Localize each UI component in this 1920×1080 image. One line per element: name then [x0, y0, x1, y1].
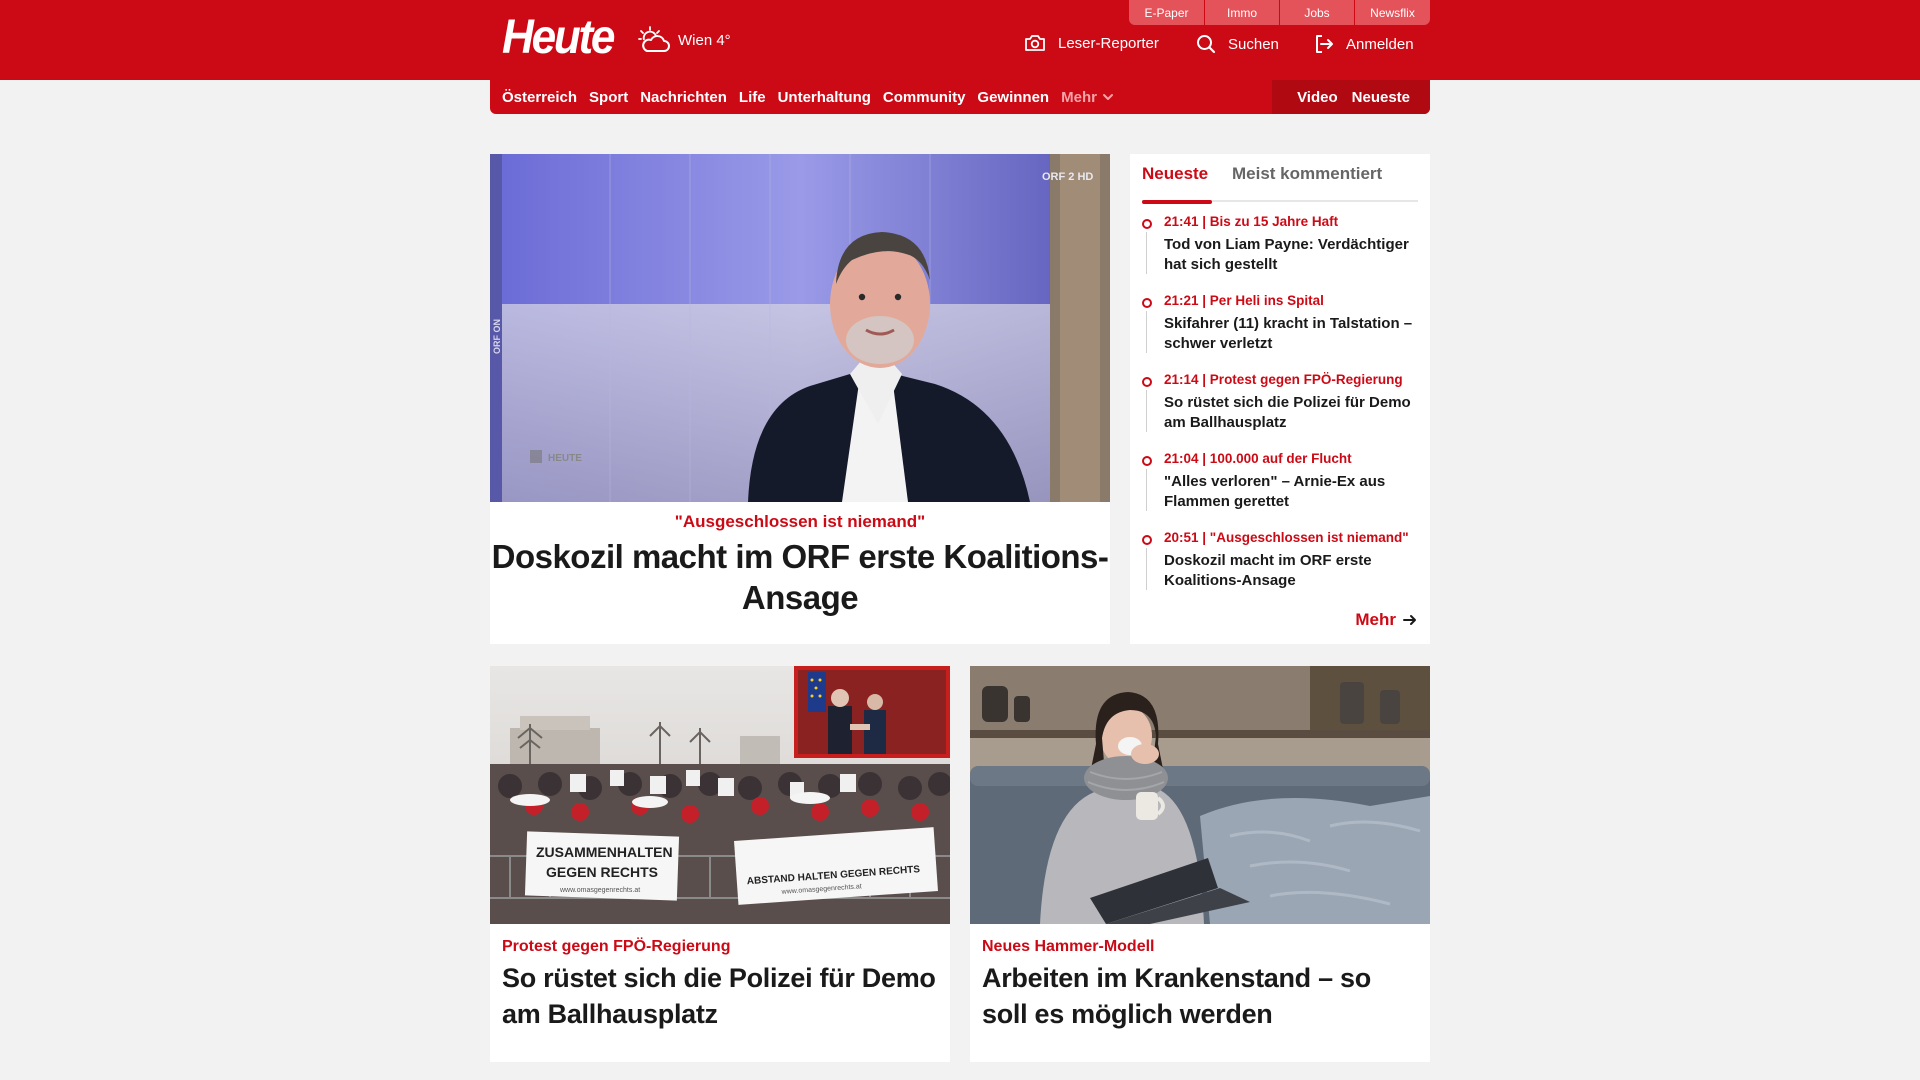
banner-left-line2: GEGEN RECHTS: [546, 864, 658, 880]
timeline-item-meta: 21:14 | Protest gegen FPÖ-Regierung: [1164, 372, 1403, 387]
nav-more-label: Mehr: [1061, 88, 1097, 106]
hero-image-overlay-top: ORF 2 HD: [1042, 171, 1093, 183]
timeline-dot-icon: [1142, 219, 1152, 229]
main-navigation: Österreich Sport Nachrichten Life Unterh…: [490, 80, 1430, 114]
banner-left-url: www.omasgegenrechts.at: [559, 887, 640, 894]
search-button[interactable]: Suchen: [1196, 34, 1279, 54]
timeline-dot-icon: [1142, 298, 1152, 308]
cloud-sun-icon: [638, 26, 670, 52]
chevron-down-icon: [1102, 94, 1113, 100]
nav-video-link[interactable]: Video: [1297, 89, 1338, 106]
banner-left-line1: ZUSAMMENHALTEN: [536, 844, 673, 860]
hero-kicker: "Ausgeschlossen ist niemand": [674, 512, 926, 531]
nav-more-dropdown[interactable]: Mehr: [1061, 89, 1115, 106]
service-links: E-Paper Immo Jobs Newsflix: [1129, 0, 1430, 25]
timeline-item-title: "Alles verloren" – Arnie-Ex aus Flammen …: [1164, 473, 1386, 510]
nav-item-sport[interactable]: Sport: [589, 89, 628, 106]
hero-headline[interactable]: Doskozil macht im ORF erste Koalitions-A…: [490, 536, 1110, 618]
login-icon: [1316, 35, 1333, 53]
hero-article[interactable]: ORF 2 HD ORF ON HEUTE "Ausgeschlossen is…: [490, 154, 1110, 644]
nav-item-nachrichten[interactable]: Nachrichten: [640, 89, 727, 106]
timeline-line: [1146, 232, 1147, 274]
timeline-item-title: Tod von Liam Payne: Verdächtiger hat sic…: [1164, 236, 1409, 273]
nav-item-life[interactable]: Life: [739, 89, 766, 106]
camera-icon: [1025, 35, 1045, 51]
card-headline[interactable]: Arbeiten im Krankenstand – so soll es mö…: [982, 960, 1422, 1032]
nav-item-community[interactable]: Community: [883, 89, 966, 106]
timeline-item-meta: 21:04 | 100.000 auf der Flucht: [1164, 451, 1352, 466]
nav-item-gewinnen[interactable]: Gewinnen: [977, 89, 1049, 106]
sidebar-more-link[interactable]: Mehr: [1355, 610, 1418, 630]
timeline-item-title: Doskozil macht im ORF erste Koalitions-A…: [1164, 552, 1372, 589]
arrow-right-icon: [1403, 615, 1416, 625]
sidebar-tabs: Neueste Meist kommentiert: [1142, 164, 1418, 204]
nav-item-unterhaltung[interactable]: Unterhaltung: [778, 89, 871, 106]
timeline-item-meta: 21:21 | Per Heli ins Spital: [1164, 293, 1324, 308]
timeline-dot-icon: [1142, 456, 1152, 466]
article-card-protest[interactable]: ZUSAMMENHALTEN GEGEN RECHTS www.omasgege…: [490, 666, 950, 1062]
news-ticker-sidebar: Neueste Meist kommentiert 21:41 | Bis zu…: [1130, 154, 1430, 644]
active-tab-indicator: [1142, 200, 1212, 204]
timeline-line: [1146, 390, 1147, 432]
login-button[interactable]: Anmelden: [1314, 34, 1414, 54]
search-icon: [1197, 35, 1216, 54]
hero-image-overlay-bottom: HEUTE: [548, 453, 582, 464]
timeline-dot-icon: [1142, 535, 1152, 545]
timeline-line: [1146, 311, 1147, 353]
search-label: Suchen: [1228, 35, 1279, 53]
hero-image-overlay-side: ORF ON: [492, 319, 502, 354]
login-label: Anmelden: [1346, 35, 1414, 53]
epaper-link[interactable]: E-Paper: [1129, 0, 1205, 25]
card-headline[interactable]: So rüstet sich die Polizei für Demo am B…: [502, 960, 942, 1032]
nav-right-group: Video Neueste: [1272, 80, 1430, 114]
nav-item-oesterreich[interactable]: Österreich: [502, 89, 577, 106]
jobs-link[interactable]: Jobs: [1280, 0, 1355, 25]
card-kicker: Protest gegen FPÖ-Regierung: [502, 938, 731, 955]
nav-latest-link[interactable]: Neueste: [1352, 89, 1410, 106]
newsflix-link[interactable]: Newsflix: [1355, 0, 1430, 25]
heute-logo[interactable]: Heute: [502, 14, 615, 62]
weather-widget[interactable]: Wien 4°: [638, 26, 731, 54]
tab-neueste[interactable]: Neueste: [1142, 164, 1208, 184]
leser-reporter-button[interactable]: Leser-Reporter: [1024, 34, 1159, 52]
weather-label: Wien 4°: [678, 31, 731, 49]
timeline-line: [1146, 469, 1147, 511]
sidebar-more-label: Mehr: [1355, 610, 1396, 629]
card-kicker: Neues Hammer-Modell: [982, 938, 1155, 955]
top-header: [0, 0, 1920, 80]
timeline-dot-icon: [1142, 377, 1152, 387]
immo-link[interactable]: Immo: [1205, 0, 1280, 25]
protest-image: ZUSAMMENHALTEN GEGEN RECHTS www.omasgege…: [490, 666, 950, 924]
timeline-item-title: So rüstet sich die Polizei für Demo am B…: [1164, 394, 1411, 431]
article-card-krankenstand[interactable]: Neues Hammer-Modell Arbeiten im Krankens…: [970, 666, 1430, 1062]
hero-image: ORF 2 HD ORF ON HEUTE: [490, 154, 1110, 502]
timeline-item-meta: 20:51 | "Ausgeschlossen ist niemand": [1164, 530, 1409, 545]
timeline-item-meta: 21:41 | Bis zu 15 Jahre Haft: [1164, 214, 1339, 229]
leser-reporter-label: Leser-Reporter: [1058, 34, 1159, 52]
timeline-line: [1146, 548, 1147, 590]
sick-woman-image: [970, 666, 1430, 924]
timeline-item-title: Skifahrer (11) kracht in Talstation – sc…: [1164, 315, 1413, 352]
tab-meist-kommentiert[interactable]: Meist kommentiert: [1232, 164, 1382, 184]
